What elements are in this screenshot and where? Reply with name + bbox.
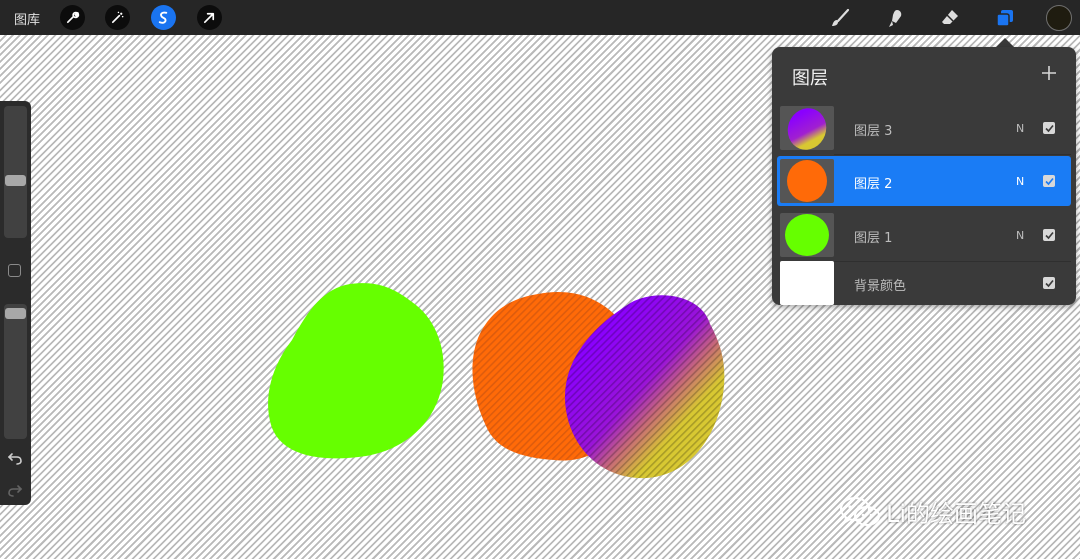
- opacity-slider[interactable]: [4, 304, 27, 439]
- checkmark-icon: [1044, 279, 1054, 287]
- gallery-button[interactable]: 图库: [14, 9, 40, 28]
- layer-name: 图层 2: [854, 177, 893, 192]
- layer-thumbnail: [780, 159, 834, 203]
- watermark-text: Li的绘画笔记: [886, 500, 1027, 528]
- layer-visibility-checkbox[interactable]: [1043, 229, 1055, 241]
- brush-size-slider[interactable]: [4, 106, 27, 238]
- undo-icon[interactable]: [6, 449, 24, 467]
- brush-size-thumb[interactable]: [5, 175, 26, 186]
- transform-button[interactable]: [197, 5, 222, 30]
- adjustments-button[interactable]: [105, 5, 130, 30]
- layers-panel: 图层 图层 3 N 图层 2 N 图层 1 N 背景颜色: [772, 47, 1076, 305]
- transform-arrow-icon: [203, 12, 215, 24]
- blend-mode-button[interactable]: N: [1016, 175, 1024, 188]
- checkmark-icon: [1044, 231, 1054, 239]
- layer-name: 图层 3: [854, 124, 893, 139]
- watermark: Li的绘画笔记: [838, 494, 1026, 529]
- smudge-icon: [889, 10, 902, 27]
- checkmark-icon: [1044, 124, 1054, 132]
- layer-visibility-checkbox[interactable]: [1043, 175, 1055, 187]
- brush-icon: [832, 8, 850, 26]
- layers-panel-title: 图层: [792, 68, 828, 89]
- gradient-blob: [564, 295, 725, 479]
- layer-thumbnail: [780, 213, 834, 257]
- checkmark-icon: [1044, 177, 1054, 185]
- wrench-icon: [66, 11, 80, 24]
- background-layer-name: 背景颜色: [854, 279, 907, 294]
- layer-thumbnail: [780, 106, 834, 150]
- modify-button[interactable]: [8, 264, 21, 277]
- opacity-thumb[interactable]: [5, 308, 26, 319]
- color-picker-button[interactable]: [1046, 5, 1072, 31]
- background-color-swatch[interactable]: [780, 261, 834, 305]
- green-blob: [268, 283, 444, 459]
- plus-icon[interactable]: [1040, 64, 1058, 82]
- brush-button[interactable]: [828, 6, 852, 30]
- smudge-button[interactable]: [883, 6, 907, 30]
- blend-mode-button[interactable]: N: [1016, 122, 1024, 135]
- layers-icon: [996, 10, 1013, 27]
- layer-visibility-checkbox[interactable]: [1043, 277, 1055, 289]
- magic-wand-icon: [111, 11, 124, 24]
- divider: [834, 154, 1071, 155]
- redo-icon[interactable]: [6, 481, 24, 499]
- background-color-row[interactable]: 背景颜色: [777, 258, 1071, 308]
- layer-row-2[interactable]: 图层 2 N: [777, 156, 1071, 206]
- layer-visibility-checkbox[interactable]: [1043, 122, 1055, 134]
- layer-name: 图层 1: [854, 231, 893, 246]
- layer-row-1[interactable]: 图层 1 N: [777, 210, 1071, 260]
- blend-mode-button[interactable]: N: [1016, 229, 1024, 242]
- layers-panel-pointer: [996, 38, 1014, 47]
- selection-icon: [158, 11, 168, 24]
- wechat-icon: [840, 496, 880, 526]
- left-sidebar: [0, 101, 31, 505]
- layers-button[interactable]: [993, 6, 1017, 30]
- layer-row-3[interactable]: 图层 3 N: [777, 103, 1071, 153]
- actions-wrench-button[interactable]: [60, 5, 85, 30]
- top-toolbar: 图库: [0, 0, 1080, 35]
- eraser-button[interactable]: [938, 6, 962, 30]
- eraser-icon: [942, 10, 958, 24]
- selection-button[interactable]: [151, 5, 176, 30]
